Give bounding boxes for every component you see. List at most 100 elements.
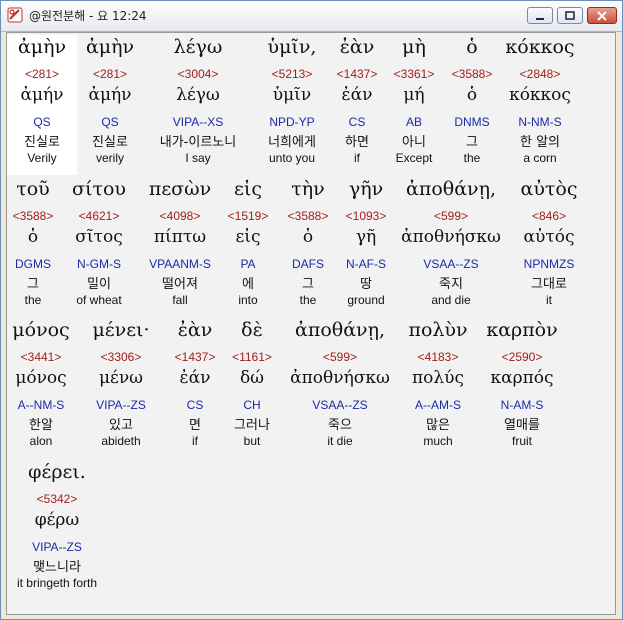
strong-number: <1519> <box>227 209 269 223</box>
korean-gloss: 에 <box>242 277 254 292</box>
greek-word: φέρει. <box>28 461 86 483</box>
word-cell[interactable]: μὴ <3361> μή AB 아니 Except <box>383 35 445 175</box>
app-logo-icon <box>7 7 23 23</box>
morphology-code: PA <box>240 257 256 271</box>
word-cell[interactable]: καρπὸν <2590> καρπός N-AM-S 열매를 fruit <box>477 318 567 458</box>
strong-number: <1093> <box>345 209 387 223</box>
morphology-code: A--AM-S <box>415 398 461 412</box>
word-cell[interactable]: ἀποθάνῃ, <599> ἀποθνήσκω VSAA--ZS 죽으 it … <box>281 318 399 458</box>
minimize-button[interactable] <box>527 7 553 24</box>
word-cell[interactable]: τὴν <3588> ὁ DAFS 그 the <box>275 177 341 317</box>
word-cell[interactable]: γῆν <1093> γῆ N-AF-S 땅 ground <box>341 177 391 317</box>
english-gloss: of wheat <box>76 293 122 307</box>
english-gloss: verily <box>95 151 124 165</box>
korean-gloss: 그러나 <box>234 418 270 433</box>
maximize-icon <box>565 10 575 20</box>
lemma: φέρω <box>34 510 80 530</box>
lemma: γῆ <box>355 227 377 247</box>
word-cell[interactable]: ἀμὴν <281> ἀμήν QS 진실로 Verily <box>7 35 77 175</box>
close-button[interactable] <box>587 7 617 24</box>
strong-number: <3588> <box>287 209 329 223</box>
word-cell[interactable]: πεσὼν <4098> πίπτω VPAANM-S 떨어져 fall <box>139 177 221 317</box>
morphology-code: N-GM-S <box>77 257 121 271</box>
korean-gloss: 아니 <box>402 135 426 150</box>
word-cell[interactable]: σίτου <4621> σῖτος N-GM-S 밀이 of wheat <box>59 177 139 317</box>
english-gloss: I say <box>185 151 211 165</box>
lemma: εἰς <box>235 227 261 247</box>
word-cell[interactable]: ἐὰν <1437> ἐάν CS 면 if <box>167 318 223 458</box>
verse-row: ἀμὴν <281> ἀμήν QS 진실로 Verily ἀμὴν <281>… <box>7 35 615 175</box>
lemma: μένω <box>98 368 144 388</box>
word-cell[interactable]: λέγω <3004> λέγω VIPA--XS 내가-이르노니 I say <box>143 35 253 175</box>
korean-gloss: 면 <box>189 418 201 433</box>
korean-gloss: 그 <box>27 277 39 292</box>
lemma: ἀποθνήσκω <box>290 368 390 388</box>
word-cell[interactable]: ἐὰν <1437> ἐάν CS 하면 if <box>331 35 383 175</box>
korean-gloss: 많은 <box>426 418 450 433</box>
word-cell[interactable]: φέρει. <5342> φέρω VIPA--ZS 맺느니라 it brin… <box>7 460 107 600</box>
strong-number: <1437> <box>336 67 378 81</box>
morphology-code: DGMS <box>15 257 51 271</box>
english-gloss: alon <box>29 434 53 448</box>
lemma: ὁ <box>27 227 39 247</box>
word-cell[interactable]: μόνος <3441> μόνος A--NM-S 한알 alon <box>7 318 75 458</box>
korean-gloss: 죽지 <box>439 277 463 292</box>
lemma: σῖτος <box>75 227 123 247</box>
english-gloss: ground <box>347 293 385 307</box>
strong-number: <5342> <box>36 492 78 506</box>
word-cell[interactable]: ὁ <3588> ὁ DNMS 그 the <box>445 35 499 175</box>
greek-word: εἰς <box>234 178 262 200</box>
minimize-icon <box>536 17 544 20</box>
korean-gloss: 그대로 <box>531 277 567 292</box>
word-cell[interactable]: εἰς <1519> εἰς PA 에 into <box>221 177 275 317</box>
title-bar[interactable]: @원전분해 - 요 12:24 <box>1 1 622 32</box>
strong-number: <4183> <box>417 350 459 364</box>
morphology-code: NPD-YP <box>269 115 315 129</box>
morphology-code: CS <box>186 398 204 412</box>
korean-gloss: 진실로 <box>24 135 60 150</box>
greek-word: αὐτὸς <box>520 178 578 200</box>
morphology-code: CH <box>243 398 261 412</box>
word-cell[interactable]: δὲ <1161> δώ CH 그러나 but <box>223 318 281 458</box>
strong-number: <3306> <box>100 350 142 364</box>
strong-number: <2848> <box>519 67 561 81</box>
word-cell[interactable]: κόκκος <2848> κόκκος N-NM-S 한 알의 a corn <box>499 35 581 175</box>
strong-number: <4098> <box>159 209 201 223</box>
strong-number: <281> <box>92 67 128 81</box>
word-cell[interactable]: τοῦ <3588> ὁ DGMS 그 the <box>7 177 59 317</box>
lemma: ὁ <box>466 85 478 105</box>
morphology-code: A--NM-S <box>17 398 65 412</box>
lemma: ὑμῖν <box>272 85 312 105</box>
greek-word: πεσὼν <box>148 178 212 200</box>
english-gloss: fruit <box>511 434 532 448</box>
word-cell[interactable]: πολὺν <4183> πολύς A--AM-S 많은 much <box>399 318 477 458</box>
korean-gloss: 한알 <box>29 418 53 433</box>
greek-word: ἀμὴν <box>85 36 135 58</box>
korean-gloss: 밀이 <box>87 277 111 292</box>
english-gloss: it <box>546 293 552 307</box>
korean-gloss: 떨어져 <box>162 277 198 292</box>
greek-word: μένει· <box>92 319 150 341</box>
word-cell[interactable]: μένει· <3306> μένω VIPA--ZS 있고 abideth <box>75 318 167 458</box>
greek-word: δὲ <box>241 319 263 341</box>
word-cell[interactable]: αὐτὸς <846> αὐτός NPNMZS 그대로 it <box>511 177 587 317</box>
korean-gloss: 죽으 <box>328 418 352 433</box>
verse-row: φέρει. <5342> φέρω VIPA--ZS 맺느니라 it brin… <box>7 460 615 600</box>
greek-word: γῆν <box>348 178 384 200</box>
word-cell[interactable]: ἀποθάνῃ, <599> ἀποθνήσκω VSAA--ZS 죽지 and… <box>391 177 511 317</box>
lemma: ἀμήν <box>20 85 64 105</box>
greek-word: ὑμῖν, <box>267 36 317 58</box>
word-cell[interactable]: ὑμῖν, <5213> ὑμῖν NPD-YP 너희에게 unto you <box>253 35 331 175</box>
english-gloss: and die <box>431 293 471 307</box>
english-gloss: but <box>243 434 261 448</box>
maximize-button[interactable] <box>557 7 583 24</box>
morphology-code: DAFS <box>291 257 324 271</box>
word-cell[interactable]: ἀμὴν <281> ἀμήν QS 진실로 verily <box>77 35 143 175</box>
lemma: μόνος <box>15 368 67 388</box>
english-gloss: much <box>423 434 453 448</box>
strong-number: <4621> <box>78 209 120 223</box>
strong-number: <599> <box>433 209 469 223</box>
greek-word: κόκκος <box>505 36 575 58</box>
lemma: ὁ <box>302 227 314 247</box>
interlinear-panel[interactable]: ἀμὴν <281> ἀμήν QS 진실로 Verily ἀμὴν <281>… <box>6 32 616 615</box>
